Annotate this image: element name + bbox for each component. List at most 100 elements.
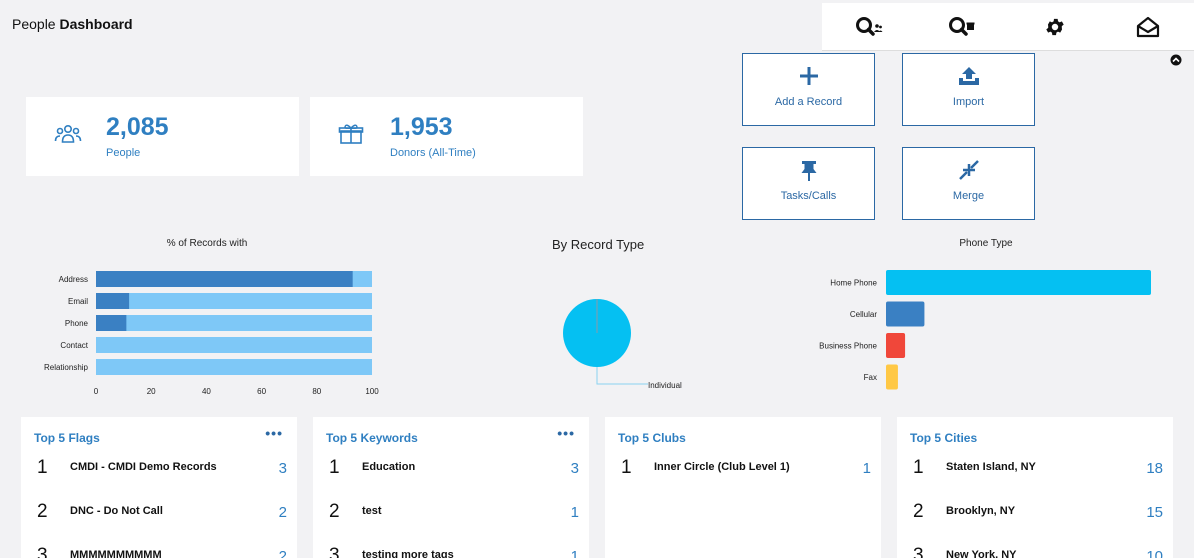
merge-label: Merge	[952, 190, 985, 202]
item-label: Staten Island, NY	[946, 461, 1036, 473]
item-count[interactable]: 18	[1146, 460, 1163, 477]
bar-total[interactable]	[96, 337, 372, 353]
x-tick-label: 80	[312, 387, 321, 396]
item-label: MMMMMMMMMM	[70, 549, 162, 558]
item-count[interactable]: 1	[571, 504, 579, 521]
add-record-button[interactable]: Add a Record	[742, 53, 875, 126]
upload-icon	[903, 66, 1034, 86]
category-label: Relationship	[44, 363, 89, 372]
record-type-chart-title: By Record Type	[552, 237, 645, 252]
page-title-prefix: People	[12, 16, 56, 32]
category-label: Home Phone	[830, 279, 877, 288]
list-item[interactable]: 1 CMDI - CMDI Demo Records 3	[37, 457, 287, 487]
rank: 1	[329, 457, 340, 478]
rank: 1	[913, 457, 924, 478]
bar-value[interactable]	[96, 293, 130, 309]
item-count[interactable]: 3	[571, 460, 579, 477]
list-item[interactable]: 2 DNC - Do Not Call 2	[37, 501, 287, 531]
x-tick-label: 100	[365, 387, 379, 396]
donors-label: Donors (All-Time)	[390, 147, 476, 159]
page-title-main: Dashboard	[59, 16, 133, 32]
item-label: Education	[362, 461, 416, 473]
bar-total[interactable]	[96, 293, 372, 309]
bar-value[interactable]	[886, 301, 925, 327]
more-options-icon[interactable]: •••	[557, 425, 575, 441]
bar-total[interactable]	[96, 315, 372, 331]
rank: 2	[913, 501, 924, 522]
pie-leader-line	[596, 367, 648, 385]
item-label: Brooklyn, NY	[946, 505, 1016, 517]
donors-count: 1,953	[390, 113, 453, 141]
bar-value[interactable]	[96, 315, 127, 331]
record-type-pie-chart: Individual	[563, 299, 682, 390]
card-top-clubs: Top 5 Clubs 1 Inner Circle (Club Level 1…	[605, 417, 881, 558]
stat-card-donors[interactable]: 1,953 Donors (All-Time)	[310, 97, 583, 176]
item-count[interactable]: 15	[1146, 504, 1163, 521]
tasks-calls-button[interactable]: Tasks/Calls	[742, 147, 875, 220]
card-title: Top 5 Cities	[910, 431, 978, 445]
records-with-chart: Address Email Phone Contact Relationship 0 20 4…	[44, 271, 379, 396]
bar-value[interactable]	[886, 364, 898, 390]
rank: 2	[37, 501, 48, 522]
card-title: Top 5 Flags	[34, 431, 100, 445]
card-title: Top 5 Clubs	[618, 431, 686, 445]
item-count[interactable]: 10	[1146, 548, 1163, 558]
bar-total[interactable]	[96, 359, 372, 375]
pin-icon	[743, 160, 874, 182]
rank: 3	[37, 545, 48, 558]
bar-value[interactable]	[96, 271, 353, 287]
bar-value[interactable]	[886, 270, 1151, 295]
stat-card-people[interactable]: 2,085 People	[26, 97, 299, 176]
item-count[interactable]: 2	[279, 504, 287, 521]
inbox-icon[interactable]	[1128, 7, 1168, 47]
gear-icon[interactable]	[1035, 7, 1075, 47]
category-label: Email	[68, 297, 88, 306]
category-label: Cellular	[850, 310, 877, 319]
list-item[interactable]: 1 Inner Circle (Club Level 1) 1	[621, 457, 871, 487]
card-top-flags: Top 5 Flags ••• 1 CMDI - CMDI Demo Recor…	[21, 417, 297, 558]
more-options-icon[interactable]: •••	[265, 425, 283, 441]
item-count[interactable]: 3	[279, 460, 287, 477]
list-item[interactable]: 1 Education 3	[329, 457, 579, 487]
add-record-label: Add a Record	[774, 96, 843, 108]
x-tick-label: 20	[147, 387, 156, 396]
category-label: Phone	[65, 319, 89, 328]
item-count[interactable]: 1	[571, 548, 579, 558]
list-item[interactable]: 2 test 1	[329, 501, 579, 531]
search-people-icon[interactable]	[849, 7, 889, 47]
bar-value[interactable]	[886, 333, 906, 358]
list-item[interactable]: 3 MMMMMMMMMM 2	[37, 545, 287, 558]
x-tick-label: 0	[94, 387, 99, 396]
import-button[interactable]: Import	[902, 53, 1035, 126]
list-item[interactable]: 2 Brooklyn, NY 15	[913, 501, 1163, 531]
rank: 3	[329, 545, 340, 558]
item-label: New York, NY	[946, 549, 1017, 558]
item-label: test	[362, 505, 382, 517]
item-label: Inner Circle (Club Level 1)	[654, 461, 790, 473]
list-item[interactable]: 1 Staten Island, NY 18	[913, 457, 1163, 487]
page-title: People Dashboard	[12, 16, 133, 32]
card-top-keywords: Top 5 Keywords ••• 1 Education 3 2 test …	[313, 417, 589, 558]
list-item[interactable]: 3 New York, NY 10	[913, 545, 1163, 558]
tasks-calls-label: Tasks/Calls	[780, 190, 837, 202]
people-label: People	[106, 147, 141, 159]
card-top-cities: Top 5 Cities 1 Staten Island, NY 18 2 Br…	[897, 417, 1173, 558]
category-label: Contact	[60, 341, 88, 350]
rank: 1	[621, 457, 632, 478]
search-donor-icon[interactable]	[942, 7, 982, 47]
collapse-icon[interactable]	[1170, 53, 1182, 66]
top-toolbar	[822, 3, 1194, 51]
item-label: CMDI - CMDI Demo Records	[70, 461, 217, 473]
category-label: Address	[59, 275, 88, 284]
list-item[interactable]: 3 testing more tags 1	[329, 545, 579, 558]
x-tick-label: 40	[202, 387, 211, 396]
merge-button[interactable]: Merge	[902, 147, 1035, 220]
import-label: Import	[952, 96, 985, 108]
phone-type-chart-title: Phone Type	[959, 238, 1013, 249]
rank: 2	[329, 501, 340, 522]
category-label: Business Phone	[819, 342, 877, 351]
item-count[interactable]: 1	[863, 460, 871, 477]
rank: 1	[37, 457, 48, 478]
item-count[interactable]: 2	[279, 548, 287, 558]
rank: 3	[913, 545, 924, 558]
